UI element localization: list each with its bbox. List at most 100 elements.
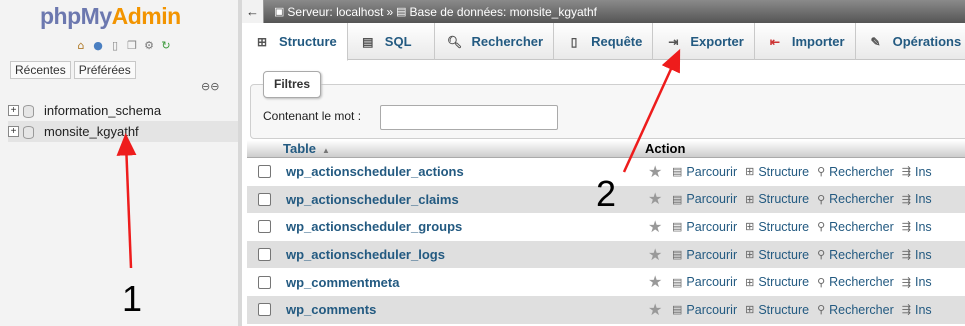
table-name-link[interactable]: wp_commentmeta xyxy=(286,275,648,290)
browse-icon: ▤ xyxy=(672,249,683,262)
action-structure[interactable]: ⊞ Structure xyxy=(745,275,809,289)
expand-icon[interactable]: + xyxy=(8,126,19,137)
annotation-label-2: 2 xyxy=(596,173,617,214)
query-icon: ▯ xyxy=(570,34,578,49)
sql-icon: ▤ xyxy=(362,34,374,49)
expand-icon[interactable]: + xyxy=(8,105,19,116)
action-structure[interactable]: ⊞ Structure xyxy=(745,165,809,179)
table-row: wp_actionscheduler_groups ★ ▤ Parcourir ⊞ Str… xyxy=(247,213,965,241)
logout-icon[interactable]: ● xyxy=(91,39,105,53)
action-label: Parcourir xyxy=(686,247,738,262)
search-icon: ⚲ xyxy=(817,221,826,234)
row-checkbox[interactable] xyxy=(258,275,271,289)
search-icon: ⚲ xyxy=(817,193,826,206)
insert-icon: ⇶ xyxy=(901,249,911,262)
tab-operations[interactable]: ✎ Opérations xyxy=(856,23,965,60)
row-checkbox[interactable] xyxy=(258,220,271,234)
action-rechercher[interactable]: ⚲ Rechercher xyxy=(817,192,894,206)
row-checkbox[interactable] xyxy=(258,303,271,317)
action-structure[interactable]: ⊞ Structure xyxy=(745,220,809,234)
action-ins[interactable]: ⇶ Ins xyxy=(902,303,932,317)
favorite-star-icon[interactable]: ★ xyxy=(648,189,662,209)
breadcrumb-server[interactable]: Serveur: localhost xyxy=(287,5,383,19)
action-label: Ins xyxy=(914,164,932,179)
search-icon: ⚲ xyxy=(817,304,826,317)
action-rechercher[interactable]: ⚲ Rechercher xyxy=(817,220,894,234)
action-rechercher[interactable]: ⚲ Rechercher xyxy=(817,275,894,289)
table-name-link[interactable]: wp_actionscheduler_actions xyxy=(286,164,648,179)
action-label: Parcourir xyxy=(686,219,738,234)
action-rechercher[interactable]: ⚲ Rechercher xyxy=(817,303,894,317)
action-label: Rechercher xyxy=(829,302,894,317)
home-icon[interactable]: ⌂ xyxy=(74,39,88,53)
row-checkbox[interactable] xyxy=(258,248,271,262)
structure-icon: ⊞ xyxy=(745,166,755,179)
logo-admin: Admin xyxy=(111,3,182,29)
filter-input[interactable] xyxy=(380,105,558,130)
tree-item-label[interactable]: information_schema xyxy=(44,103,161,118)
action-parcourir[interactable]: ▤ Parcourir xyxy=(672,220,737,234)
action-ins[interactable]: ⇶ Ins xyxy=(902,275,932,289)
favorite-star-icon[interactable]: ★ xyxy=(648,272,662,292)
phpmyadmin-logo[interactable]: phpMyAdmin xyxy=(40,3,181,30)
tab-structure[interactable]: ⊞ Structure xyxy=(242,23,348,61)
database-icon xyxy=(21,104,35,118)
favorite-star-icon[interactable]: ★ xyxy=(648,162,662,182)
tab-favorites[interactable]: Préférées xyxy=(73,61,136,79)
tab-recent[interactable]: Récentes xyxy=(10,61,71,79)
action-parcourir[interactable]: ▤ Parcourir xyxy=(672,192,737,206)
action-parcourir[interactable]: ▤ Parcourir xyxy=(672,248,737,262)
action-structure[interactable]: ⊞ Structure xyxy=(745,192,809,206)
action-label: Ins xyxy=(914,275,932,290)
action-label: Rechercher xyxy=(829,219,894,234)
favorite-star-icon[interactable]: ★ xyxy=(648,245,662,265)
tab-label: Importer xyxy=(791,34,845,49)
action-ins[interactable]: ⇶ Ins xyxy=(902,220,932,234)
tab-sql[interactable]: ▤ SQL xyxy=(348,23,435,60)
tab-search[interactable]: 🔍︎ Rechercher xyxy=(435,23,555,60)
gear-icon[interactable]: ⚙ xyxy=(142,39,156,53)
link-icon[interactable]: ⊖⊖ xyxy=(201,80,219,93)
column-header-table[interactable]: Table ▲ xyxy=(283,141,645,156)
tree-item-information-schema[interactable]: + information_schema xyxy=(8,100,238,121)
action-label: Rechercher xyxy=(829,192,894,207)
action-rechercher[interactable]: ⚲ Rechercher xyxy=(817,248,894,262)
action-structure[interactable]: ⊞ Structure xyxy=(745,248,809,262)
tree-item-label[interactable]: monsite_kgyathf xyxy=(44,124,139,139)
tab-export[interactable]: ⇥ Exporter xyxy=(653,23,755,60)
action-label: Structure xyxy=(758,219,810,234)
action-label: Parcourir xyxy=(686,275,738,290)
collapse-arrow-icon[interactable]: ← xyxy=(242,0,264,23)
breadcrumb-database[interactable]: Base de données: monsite_kgyathf xyxy=(410,5,597,19)
nav-tabs: Récentes Préférées xyxy=(10,61,136,79)
action-parcourir[interactable]: ▤ Parcourir xyxy=(672,275,737,289)
table-name-link[interactable]: wp_actionscheduler_logs xyxy=(286,247,648,262)
tab-query[interactable]: ▯ Requête xyxy=(554,23,654,60)
action-ins[interactable]: ⇶ Ins xyxy=(902,248,932,262)
structure-icon: ⊞ xyxy=(745,193,755,206)
table-name-link[interactable]: wp_actionscheduler_groups xyxy=(286,219,648,234)
action-ins[interactable]: ⇶ Ins xyxy=(902,192,932,206)
action-rechercher[interactable]: ⚲ Rechercher xyxy=(817,165,894,179)
database-icon xyxy=(21,125,35,139)
action-parcourir[interactable]: ▤ Parcourir xyxy=(672,303,737,317)
table-name-link[interactable]: wp_comments xyxy=(286,302,648,317)
docs-icon[interactable]: ▯ xyxy=(108,39,122,53)
favorite-star-icon[interactable]: ★ xyxy=(648,300,662,320)
action-label: Ins xyxy=(914,247,932,262)
action-structure[interactable]: ⊞ Structure xyxy=(745,303,809,317)
database-tree: + information_schema + monsite_kgyathf xyxy=(8,100,238,142)
copy-icon[interactable]: ❐ xyxy=(125,39,139,53)
reload-icon[interactable]: ↻ xyxy=(159,39,173,53)
column-header-label: Table xyxy=(283,141,316,156)
row-checkbox[interactable] xyxy=(258,192,271,206)
action-ins[interactable]: ⇶ Ins xyxy=(902,165,932,179)
tab-import[interactable]: ⇤ Importer xyxy=(755,23,856,60)
favorite-star-icon[interactable]: ★ xyxy=(648,217,662,237)
table-name-link[interactable]: wp_actionscheduler_claims xyxy=(286,192,648,207)
action-parcourir[interactable]: ▤ Parcourir xyxy=(672,165,737,179)
tree-item-monsite-kgyathf[interactable]: + monsite_kgyathf xyxy=(8,121,238,142)
browse-icon: ▤ xyxy=(672,304,683,317)
insert-icon: ⇶ xyxy=(901,193,911,206)
row-checkbox[interactable] xyxy=(258,165,271,179)
